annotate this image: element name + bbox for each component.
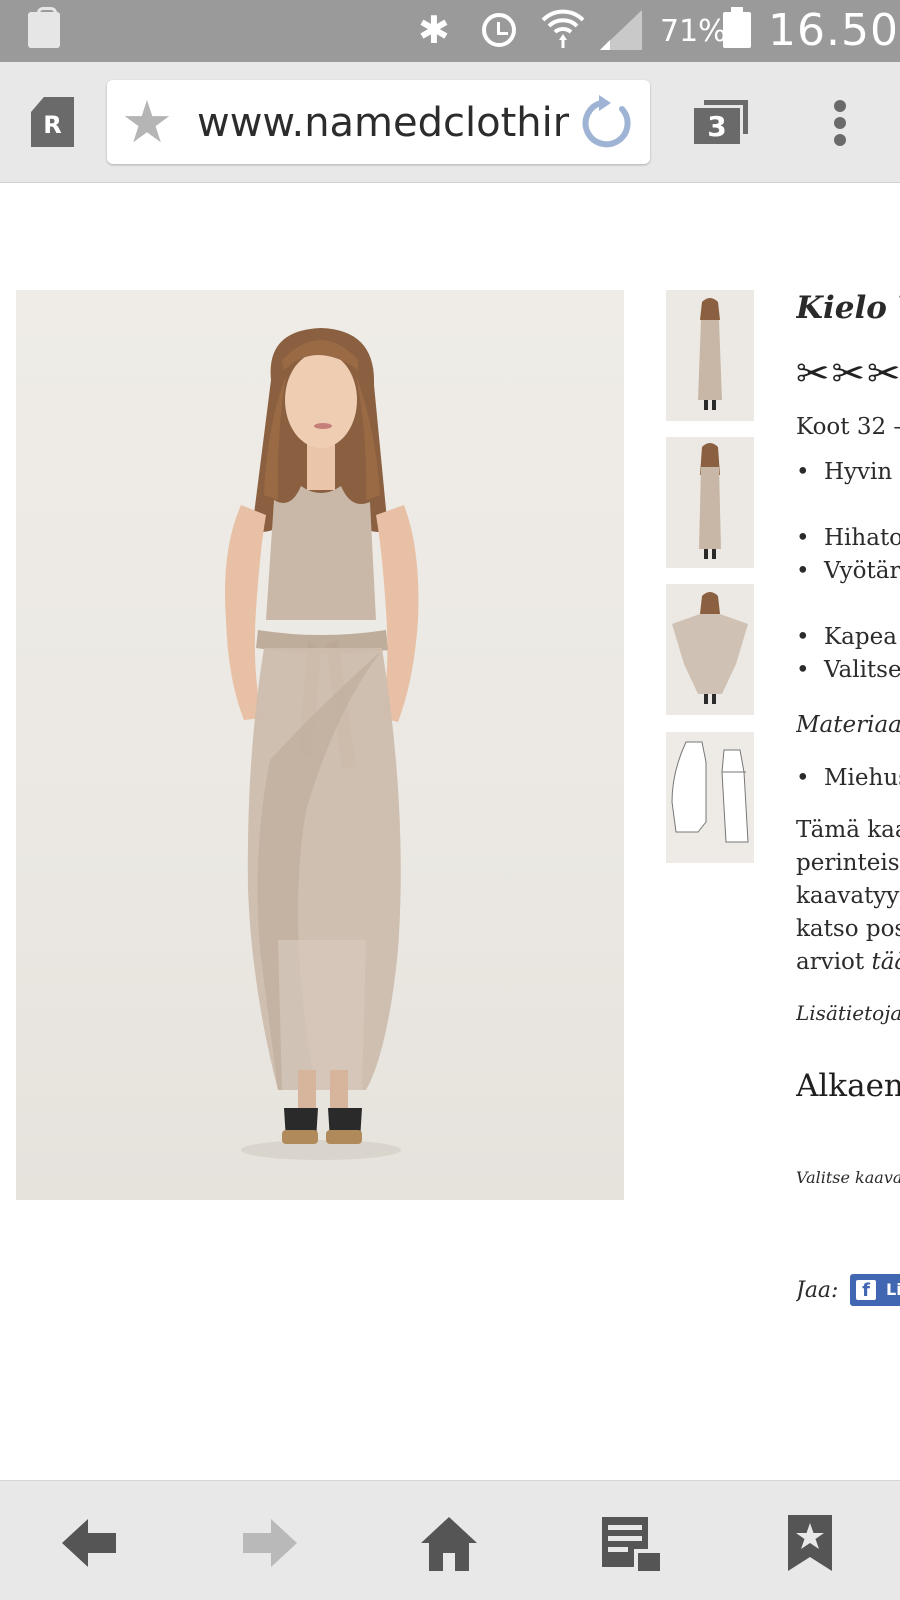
size-range: Koot 32 – 46 [796, 414, 900, 440]
feature-list: Hyvin suunniteltu ja mielenkiintoinen Hi… [796, 456, 900, 687]
home-button[interactable] [417, 1511, 481, 1575]
battery-icon [723, 7, 751, 48]
product-thumbnail[interactable] [666, 584, 754, 715]
materials-list: Miehus [796, 762, 900, 795]
materials-heading: Materiaalit: [796, 712, 900, 738]
facebook-icon: f [856, 1280, 876, 1301]
status-bar: ✱ 71% 16.50 [0, 0, 900, 62]
signal-icon [600, 10, 642, 50]
address-bar[interactable]: ★ www.namedclothing.com [107, 80, 650, 164]
reload-icon[interactable] [577, 93, 637, 153]
description-line: kaavatyyppiä [796, 883, 900, 909]
back-view-thumbnail [699, 443, 721, 559]
list-item: Miehus [796, 762, 900, 795]
bookmarks-icon [788, 1515, 832, 1571]
bluetooth-icon: ✱ [418, 8, 450, 52]
description-link[interactable]: tää [871, 949, 900, 975]
product-thumbnail[interactable] [666, 437, 754, 568]
description-line: perinteisessä [796, 850, 900, 876]
list-item: Valitse [796, 654, 900, 687]
reader-mode-icon[interactable]: R [31, 97, 74, 147]
difficulty-scissors-icon: ✂✂✂ [796, 351, 900, 397]
alarm-icon [482, 13, 516, 47]
clock: 16.50 [768, 5, 899, 56]
description-text: arviot [796, 949, 872, 975]
list-item: Kapea hame [796, 621, 900, 654]
galaxy-app-icon [28, 7, 60, 48]
product-thumbnail[interactable] [666, 732, 754, 863]
url-text[interactable]: www.namedclothing.com [197, 98, 569, 148]
list-item: Hyvin suunniteltu ja mielenkiintoinen [796, 456, 900, 522]
forward-arrow-icon [243, 1519, 297, 1567]
back-arrow-icon [62, 1519, 116, 1567]
list-item: Vyötärönauhat sidotaan eri tavalla [796, 555, 900, 621]
main-product-photo[interactable] [16, 290, 624, 1200]
like-label: Like [886, 1280, 900, 1299]
web-page: Kielo Wrap Dress ✂✂✂ Koot 32 – 46 Hyvin … [0, 184, 900, 1480]
description-line: katso postaus [796, 916, 900, 942]
reading-list-button[interactable] [598, 1511, 662, 1575]
price: Alkaen [796, 1068, 900, 1104]
list-item: Hihaton [796, 522, 900, 555]
tab-count: 3 [694, 108, 740, 144]
battery-percent: 71% [660, 14, 727, 49]
open-wrap-thumbnail [672, 592, 748, 704]
choose-pattern-hint: Valitse kaava [796, 1168, 900, 1187]
description-line: Tämä kaava [796, 817, 900, 843]
description-line: arviot tää [796, 946, 900, 979]
tabs-icon[interactable]: 3 [694, 100, 748, 146]
description: Tämä kaava perinteisessä kaavatyyppiä ka… [796, 814, 900, 979]
model-illustration [225, 328, 419, 1160]
technical-drawing-thumbnail [671, 741, 749, 843]
forward-button[interactable] [237, 1511, 301, 1575]
product-thumbnail[interactable] [666, 290, 754, 421]
reading-list-icon [602, 1517, 660, 1571]
bookmarks-button[interactable] [778, 1511, 842, 1575]
front-view-thumbnail [698, 298, 722, 410]
bookmark-star-icon[interactable]: ★ [121, 93, 173, 151]
home-icon [421, 1517, 477, 1571]
facebook-like-button[interactable]: f Like [850, 1274, 900, 1306]
overflow-menu-icon[interactable] [830, 100, 850, 150]
share-label: Jaa: [796, 1278, 839, 1303]
product-title: Kielo Wrap Dress [796, 290, 900, 326]
wifi-icon [541, 9, 585, 48]
browser-toolbar: R ★ www.namedclothing.com 3 [0, 62, 900, 183]
browser-bottom-bar [0, 1480, 900, 1600]
product-details: Kielo Wrap Dress ✂✂✂ Koot 32 – 46 Hyvin … [796, 184, 900, 1480]
more-info-link[interactable]: Lisätietoja [796, 998, 900, 1028]
back-button[interactable] [58, 1511, 122, 1575]
